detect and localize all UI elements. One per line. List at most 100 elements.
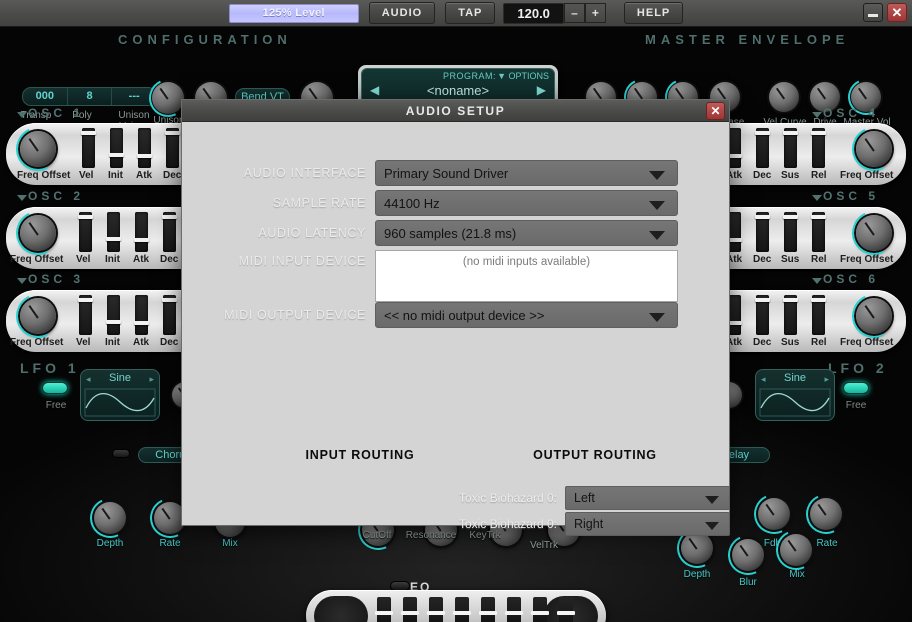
chorus-enable-led[interactable] [112, 449, 130, 458]
output-route-label-0: Toxic Biohazard 0: [458, 491, 557, 505]
output-routing-title: OUTPUT ROUTING [533, 448, 657, 462]
help-button[interactable]: HELP [623, 2, 684, 24]
sample-rate-select[interactable]: 44100 Hz [375, 190, 678, 216]
tempo-minus-button[interactable]: – [563, 3, 585, 23]
eq-band-2000[interactable] [505, 597, 523, 622]
config-lcd[interactable]: 000 8 --- [22, 87, 157, 106]
osc-3-caret-icon[interactable] [17, 278, 27, 284]
tempo-plus-button[interactable]: + [584, 3, 606, 23]
osc-2-slider-dec[interactable] [162, 212, 177, 252]
osc-3-slider-init[interactable] [106, 295, 121, 335]
audio-latency-select[interactable]: 960 samples (21.8 ms) [375, 220, 678, 246]
osc-4-slider-rel[interactable] [811, 128, 826, 168]
lfo-1-wave-display[interactable]: ◂ Sine ▸ [80, 369, 160, 421]
osc-6-slider-label-sus: Sus [781, 337, 800, 348]
osc-2-slider-atk[interactable] [134, 212, 149, 252]
minimize-icon[interactable] [863, 3, 883, 22]
midi-input-empty-text: (no midi inputs available) [462, 256, 591, 268]
lfo-2-wave-display[interactable]: ◂ Sine ▸ [755, 369, 835, 421]
lfo-1-free-led[interactable] [42, 382, 68, 394]
osc-5-slider-dec[interactable] [755, 212, 770, 252]
delay-blur-label: Blur [739, 577, 757, 588]
osc-5-slider-sus[interactable] [783, 212, 798, 252]
program-options-button[interactable]: ▼ OPTIONS [497, 71, 549, 81]
chevron-down-icon [649, 313, 665, 322]
eq-band-125[interactable] [401, 597, 419, 622]
osc-4-slider-sus[interactable] [783, 128, 798, 168]
lfo-2-wave-name: Sine [783, 372, 807, 384]
osc-4-title: OSC 4 [823, 106, 880, 120]
osc-1-caret-icon[interactable] [17, 112, 27, 118]
program-next-button[interactable]: ▶ [537, 83, 546, 97]
osc-6-caret-icon[interactable] [812, 278, 822, 284]
level-meter[interactable]: 125% Level [228, 3, 359, 23]
audio-latency-value: 960 samples (21.8 ms) [384, 225, 517, 241]
lfo-2-free-led[interactable] [843, 382, 869, 394]
close-icon[interactable]: ✕ [887, 3, 907, 22]
osc-3-knob-label: Freq Offset [10, 337, 64, 348]
chevron-down-icon [649, 171, 665, 180]
eq-band-62[interactable] [375, 597, 393, 622]
osc-6-slider-label-rel: Rel [811, 337, 827, 348]
osc-1-slider-dec[interactable] [165, 128, 180, 168]
audio-interface-select[interactable]: Primary Sound Driver [375, 160, 678, 186]
lfo-2-free-label: Free [845, 400, 867, 411]
sample-rate-value: 44100 Hz [384, 195, 440, 211]
output-route-row-1: Toxic Biohazard 0: Right [417, 512, 730, 536]
output-route-select-0[interactable]: Left [565, 486, 730, 510]
osc-6-slider-sus[interactable] [783, 295, 798, 335]
eq-band-4000[interactable] [531, 597, 549, 622]
midi-input-label: MIDI INPUT DEVICE [238, 254, 366, 268]
chorus-depth-label: Depth [96, 538, 124, 549]
eq-band-8000[interactable] [557, 597, 575, 622]
midi-output-select[interactable]: << no midi output device >> [375, 302, 678, 328]
master-envelope-title: MASTER ENVELOPE [645, 32, 850, 47]
osc-1-slider-label-vel: Vel [79, 170, 94, 181]
eq-band-500[interactable] [453, 597, 471, 622]
osc-2-slider-vel[interactable] [78, 212, 93, 252]
osc-3-title: OSC 3 [28, 272, 85, 286]
osc-1-slider-atk[interactable] [137, 128, 152, 168]
chorus-rate-label: Rate [159, 538, 181, 549]
osc-3-slider-vel[interactable] [78, 295, 93, 335]
program-name[interactable]: <noname> [362, 83, 554, 98]
osc-2-caret-icon[interactable] [17, 195, 27, 201]
dialog-close-icon[interactable]: ✕ [706, 102, 725, 120]
audio-button[interactable]: AUDIO [368, 2, 436, 24]
eq-band-1000[interactable] [479, 597, 497, 622]
osc-5-caret-icon[interactable] [812, 195, 822, 201]
eq-band-250[interactable] [427, 597, 445, 622]
vel-curve-knob[interactable] [769, 82, 799, 112]
output-route-select-1[interactable]: Right [565, 512, 730, 536]
midi-input-list[interactable]: (no midi inputs available) [375, 250, 678, 302]
osc-3-slider-dec[interactable] [162, 295, 177, 335]
tempo-value[interactable]: 120.0 [503, 2, 564, 24]
osc-1-slider-vel[interactable] [81, 128, 96, 168]
osc-4-slider-label-rel: Rel [811, 170, 827, 181]
window-controls: ✕ [863, 3, 907, 22]
audio-interface-value: Primary Sound Driver [384, 165, 509, 181]
osc-4-caret-icon[interactable] [812, 112, 822, 118]
delay-mix-label: Mix [789, 569, 805, 580]
close-glyph: ✕ [891, 5, 903, 20]
osc-2-slider-label-dec: Dec [160, 254, 179, 265]
poly-value[interactable]: 8 [68, 88, 113, 105]
tap-button[interactable]: TAP [445, 2, 496, 24]
osc-5-title: OSC 5 [823, 189, 880, 203]
lfo-2-next-icon[interactable]: ▸ [824, 374, 829, 385]
osc-2-slider-init[interactable] [106, 212, 121, 252]
osc-3-slider-atk[interactable] [134, 295, 149, 335]
osc-6-slider-rel[interactable] [811, 295, 826, 335]
lfo-1-next-icon[interactable]: ▸ [149, 374, 154, 385]
osc-4-slider-dec[interactable] [755, 128, 770, 168]
lfo-1-free-label: Free [45, 400, 67, 411]
osc-6-slider-dec[interactable] [755, 295, 770, 335]
tempo-group: TAP 120.0 – + [445, 2, 606, 24]
osc-3-slider-label-init: Init [105, 337, 120, 348]
osc-5-slider-rel[interactable] [811, 212, 826, 252]
chorus-mix-label: Mix [222, 538, 238, 549]
osc-5-slider-label-rel: Rel [811, 254, 827, 265]
output-route-value-1: Right [574, 517, 604, 531]
osc-1-slider-init[interactable] [109, 128, 124, 168]
transpose-value[interactable]: 000 [23, 88, 68, 105]
